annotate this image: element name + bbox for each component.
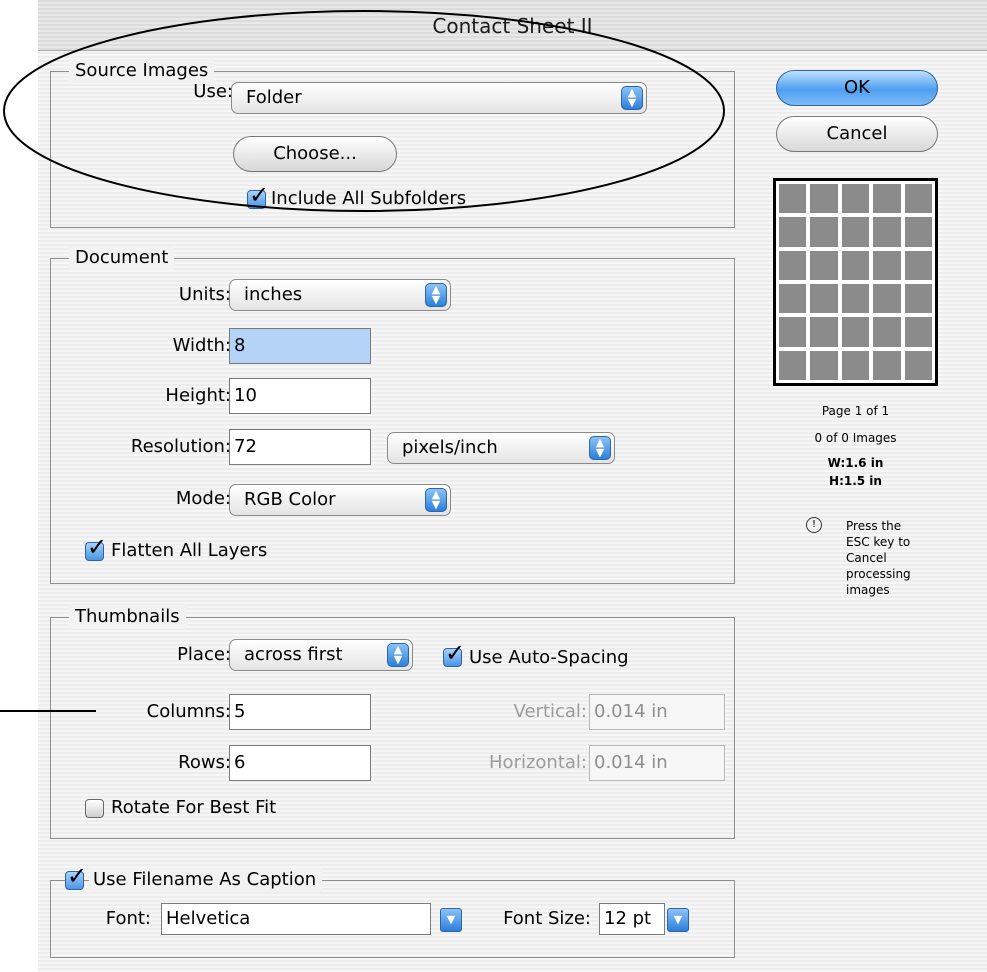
annotation-overlay [0, 10, 725, 712]
annotation-ellipse [3, 10, 725, 212]
